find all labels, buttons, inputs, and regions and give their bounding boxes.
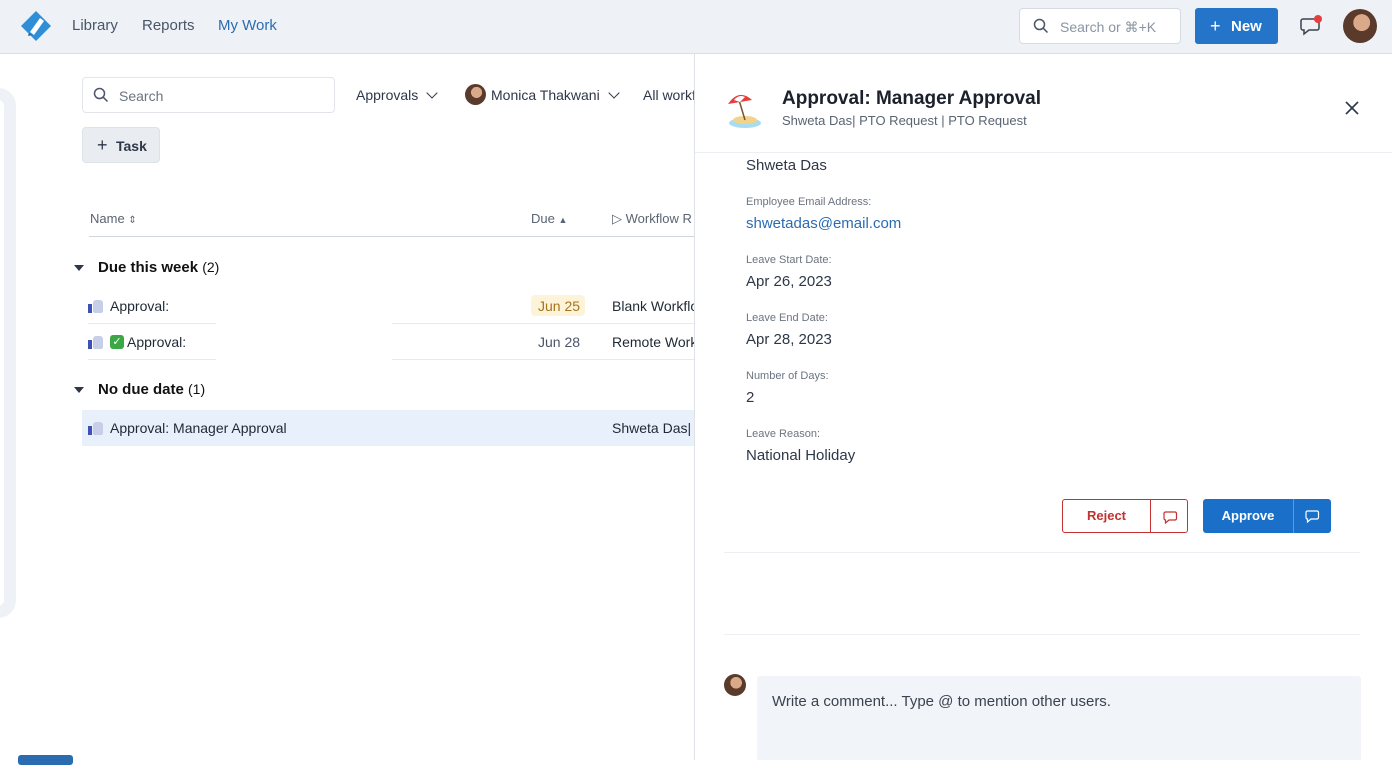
nav-my-work[interactable]: My Work: [218, 17, 277, 34]
column-name-label: Name: [90, 211, 125, 226]
chevron-down-icon: [426, 87, 438, 99]
close-icon[interactable]: [1344, 100, 1360, 116]
group-due-this-week[interactable]: Due this week (2): [98, 259, 219, 276]
collapse-caret-icon[interactable]: [74, 387, 84, 393]
top-bar: Library Reports My Work Search or ⌘+K + …: [0, 0, 1392, 54]
panel-subtitle: Shweta Das| PTO Request | PTO Request: [782, 113, 1027, 128]
approval-detail-panel: Approval: Manager Approval Shweta Das| P…: [694, 54, 1392, 760]
person-filter-avatar: [465, 84, 486, 105]
reject-button[interactable]: Reject: [1063, 500, 1151, 532]
comment-avatar: [724, 674, 746, 696]
group-title: Due this week: [98, 259, 199, 276]
comment-input[interactable]: Write a comment... Type @ to mention oth…: [757, 676, 1361, 760]
workflows-filter-dropdown[interactable]: All workf: [643, 87, 694, 103]
nav-reports[interactable]: Reports: [142, 17, 195, 34]
task-workflow[interactable]: Shweta Das| P: [612, 420, 694, 436]
approvals-filter-label: Approvals: [356, 87, 419, 103]
app-logo-icon[interactable]: [20, 10, 52, 42]
row-divider: [392, 323, 694, 324]
person-filter-dropdown[interactable]: Monica Thakwani: [491, 87, 620, 103]
new-button[interactable]: + New: [1195, 8, 1278, 44]
plus-icon: +: [97, 135, 108, 155]
left-edge-decoration: [0, 88, 16, 618]
days-label: Number of Days:: [746, 370, 829, 382]
list-search-input[interactable]: Search: [82, 77, 335, 113]
group-count: (2): [202, 259, 220, 275]
add-task-button[interactable]: + Task: [82, 127, 160, 163]
email-label: Employee Email Address:: [746, 196, 872, 208]
column-workflow-label: Workflow R: [625, 211, 692, 226]
person-filter-label: Monica Thakwani: [491, 87, 600, 103]
sort-asc-icon: ▲: [558, 215, 568, 225]
nav-library[interactable]: Library: [72, 17, 118, 34]
search-icon: [1033, 18, 1049, 34]
panel-title: Approval: Manager Approval: [782, 88, 1042, 109]
task-name[interactable]: Approval:: [127, 334, 186, 350]
group-count: (1): [188, 381, 206, 397]
approval-thumbs-icon: [88, 421, 104, 435]
global-search-placeholder: Search or ⌘+K: [1060, 19, 1157, 35]
reject-button-group: Reject: [1062, 499, 1188, 533]
column-due-label: Due: [531, 211, 555, 226]
comment-placeholder: Write a comment... Type @ to mention oth…: [772, 693, 1111, 710]
panel-divider: [724, 634, 1360, 635]
row-divider: [88, 323, 216, 324]
reason-value: National Holiday: [746, 447, 856, 464]
reject-comment-icon[interactable]: [1162, 509, 1178, 525]
global-search-input[interactable]: Search or ⌘+K: [1019, 8, 1181, 44]
row-divider: [88, 359, 216, 360]
checkmark-icon: ✓: [110, 335, 124, 349]
approve-button[interactable]: Approve: [1203, 499, 1294, 533]
list-search-placeholder: Search: [119, 88, 164, 104]
task-name[interactable]: Approval:: [110, 298, 169, 314]
search-icon: [93, 87, 109, 103]
end-date-label: Leave End Date:: [746, 312, 828, 324]
approval-thumbs-icon: [88, 335, 104, 349]
panel-header-divider: [695, 152, 1392, 153]
chevron-down-icon: [608, 87, 620, 99]
sort-icon: ⇕: [128, 215, 137, 226]
start-date-label: Leave Start Date:: [746, 254, 832, 266]
task-workflow[interactable]: Blank Workflo: [612, 298, 694, 314]
approve-comment-icon[interactable]: [1304, 508, 1320, 524]
panel-divider: [724, 552, 1360, 553]
reason-label: Leave Reason:: [746, 428, 820, 440]
days-value: 2: [746, 389, 755, 406]
task-due: Jun 28: [538, 334, 581, 350]
row-divider: [392, 359, 694, 360]
task-due: Jun 25: [538, 298, 581, 314]
email-link[interactable]: shwetadas@email.com: [746, 215, 901, 232]
group-no-due-date[interactable]: No due date (1): [98, 381, 205, 398]
user-avatar[interactable]: [1343, 9, 1377, 43]
notification-badge: [1314, 15, 1322, 23]
start-date-value: Apr 26, 2023: [746, 273, 832, 290]
task-workflow[interactable]: Remote Work: [612, 334, 694, 350]
collapse-caret-icon[interactable]: [74, 265, 84, 271]
group-title: No due date: [98, 381, 184, 398]
workflows-filter-label: All workf: [643, 87, 694, 103]
header-divider: [89, 236, 694, 237]
beach-umbrella-icon: [728, 94, 761, 128]
column-header-name[interactable]: Name ⇕: [90, 211, 137, 226]
approvals-filter-dropdown[interactable]: Approvals: [356, 87, 438, 103]
add-task-label: Task: [116, 138, 147, 154]
task-name[interactable]: Approval: Manager Approval: [110, 420, 287, 436]
column-header-workflow[interactable]: ▷ Workflow R: [612, 211, 694, 227]
approval-thumbs-icon: [88, 299, 104, 313]
end-date-value: Apr 28, 2023: [746, 331, 832, 348]
column-header-due[interactable]: Due ▲: [531, 211, 567, 226]
approve-button-group: Approve: [1203, 499, 1331, 533]
bottom-tab-indicator: [18, 755, 73, 765]
new-button-label: New: [1231, 18, 1262, 35]
employee-name-value: Shweta Das: [746, 157, 827, 174]
play-icon: ▷: [612, 211, 622, 226]
plus-icon: +: [1210, 16, 1221, 36]
